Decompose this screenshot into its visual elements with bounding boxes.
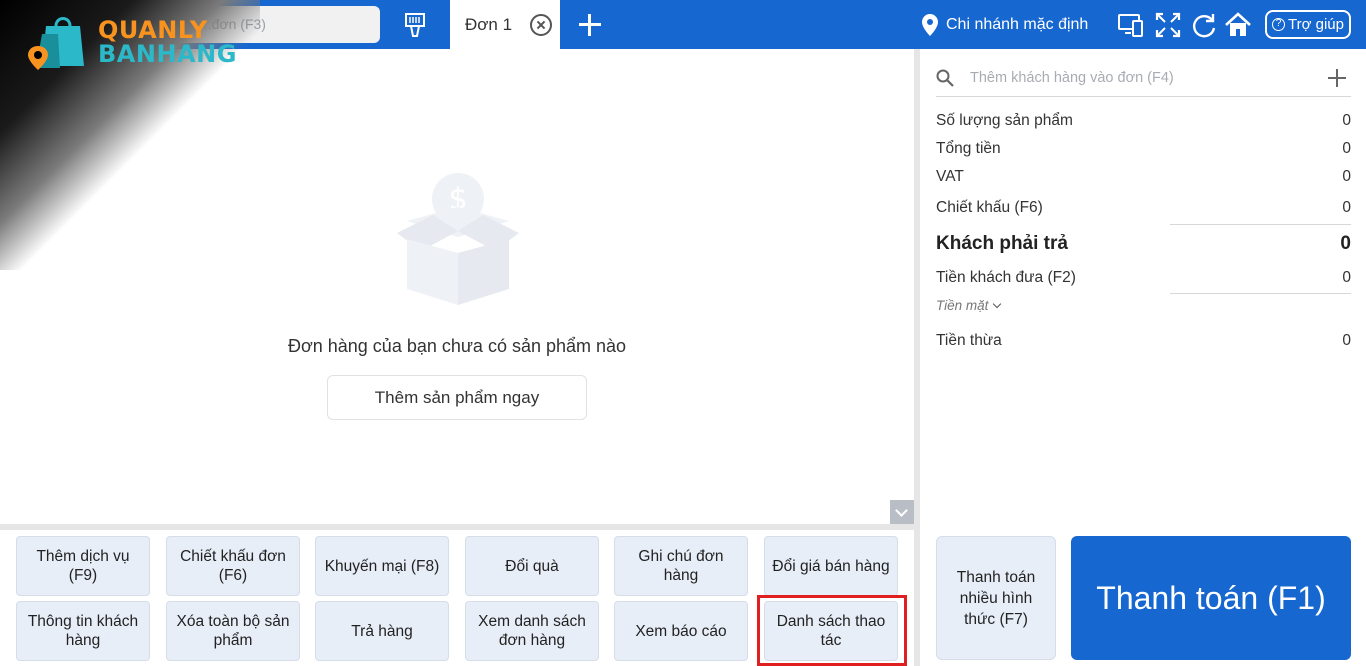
payment-method-label: Tiền mặt	[936, 298, 989, 313]
product-count-row: Số lượng sản phẩm 0	[936, 112, 1351, 130]
logo-text-line2: BANHANG	[98, 40, 237, 68]
fullscreen-icon[interactable]	[1154, 11, 1182, 39]
barcode-scanner-icon[interactable]	[402, 12, 428, 38]
customer-pay-label: Khách phải trả	[936, 233, 1068, 254]
customer-given-value[interactable]: 0	[1342, 269, 1351, 287]
change-value: 0	[1342, 332, 1351, 349]
close-icon[interactable]	[530, 14, 552, 36]
checkout-button[interactable]: Thanh toán (F1)	[1071, 536, 1351, 660]
highlight-marker	[757, 595, 907, 666]
view-report-button[interactable]: Xem báo cáo	[614, 601, 748, 661]
multi-payment-button[interactable]: Thanh toán nhiều hình thức (F7)	[936, 536, 1056, 660]
empty-order-message: Đơn hàng của bạn chưa có sản phẩm nào	[287, 336, 627, 356]
tab-label: Đơn 1	[465, 15, 513, 34]
customer-info-button[interactable]: Thông tin khách hàng	[16, 601, 150, 661]
shopping-bag-icon	[28, 17, 84, 70]
total-value: 0	[1342, 140, 1351, 157]
add-product-now-button[interactable]: Thêm sản phẩm ngay	[327, 375, 587, 420]
change-label: Tiền thừa	[936, 332, 1002, 349]
return-goods-button[interactable]: Trả hàng	[315, 601, 449, 661]
question-icon: ?	[1272, 18, 1286, 31]
help-label: Trợ giúp	[1288, 16, 1344, 33]
promotion-button[interactable]: Khuyến mại (F8)	[315, 536, 449, 596]
discount-row: Chiết khấu (F6) 0	[936, 199, 1351, 217]
payment-method-dropdown[interactable]: Tiền mặt	[936, 298, 1002, 313]
tab-order-1[interactable]: Đơn 1	[450, 0, 560, 49]
customer-search-input[interactable]: Thêm khách hàng vào đơn (F4)	[936, 59, 1351, 97]
add-tab-icon[interactable]	[576, 11, 604, 39]
chevron-down-icon	[993, 299, 1002, 309]
order-items-area: $ Đơn hàng của bạn chưa có sản phẩm nào …	[0, 49, 914, 524]
change-price-button[interactable]: Đổi giá bán hàng	[764, 536, 898, 596]
collapse-toggle[interactable]	[890, 500, 914, 524]
order-note-button[interactable]: Ghi chú đơn hàng	[614, 536, 748, 596]
customer-search-placeholder: Thêm khách hàng vào đơn (F4)	[970, 70, 1174, 86]
total-row: Tổng tiền 0	[936, 140, 1351, 158]
change-row: Tiền thừa 0	[936, 332, 1351, 350]
order-discount-button[interactable]: Chiết khấu đơn (F6)	[166, 536, 300, 596]
vat-value[interactable]: 0	[1342, 168, 1351, 186]
view-orders-button[interactable]: Xem danh sách đơn hàng	[465, 601, 599, 661]
search-icon	[936, 69, 954, 87]
branch-label: Chi nhánh mặc định	[946, 16, 1089, 33]
home-icon[interactable]	[1224, 11, 1252, 39]
vat-row: VAT 0	[936, 168, 1351, 186]
product-search-placeholder: ...đơn (F3)	[200, 16, 266, 32]
branch-selector[interactable]: Chi nhánh mặc định	[922, 12, 1088, 38]
customer-given-row: Tiền khách đưa (F2) 0	[936, 269, 1351, 287]
devices-icon[interactable]	[1117, 11, 1145, 39]
location-pin-icon	[922, 14, 938, 36]
vat-label: VAT	[936, 168, 964, 185]
discount-underline	[1170, 224, 1351, 225]
brand-logo: QUANLY BANHANG	[28, 10, 236, 70]
customer-pay-value: 0	[1340, 233, 1351, 254]
add-service-button[interactable]: Thêm dịch vụ (F9)	[16, 536, 150, 596]
customer-given-label: Tiền khách đưa (F2)	[936, 269, 1076, 286]
discount-label: Chiết khấu (F6)	[936, 199, 1043, 216]
clear-all-products-button[interactable]: Xóa toàn bộ sản phẩm	[166, 601, 300, 661]
discount-value[interactable]: 0	[1342, 199, 1351, 217]
total-label: Tổng tiền	[936, 140, 1001, 157]
help-button[interactable]: ? Trợ giúp	[1265, 10, 1351, 39]
given-underline	[1170, 293, 1351, 294]
product-count-value: 0	[1342, 112, 1351, 129]
customer-pay-row: Khách phải trả 0	[936, 233, 1351, 255]
empty-box-icon: $	[397, 173, 519, 305]
refresh-icon[interactable]	[1190, 11, 1218, 39]
product-count-label: Số lượng sản phẩm	[936, 112, 1073, 129]
order-summary-panel: Thêm khách hàng vào đơn (F4) Số lượng sả…	[920, 49, 1366, 666]
gift-exchange-button[interactable]: Đổi quà	[465, 536, 599, 596]
add-customer-icon[interactable]	[1328, 69, 1346, 87]
